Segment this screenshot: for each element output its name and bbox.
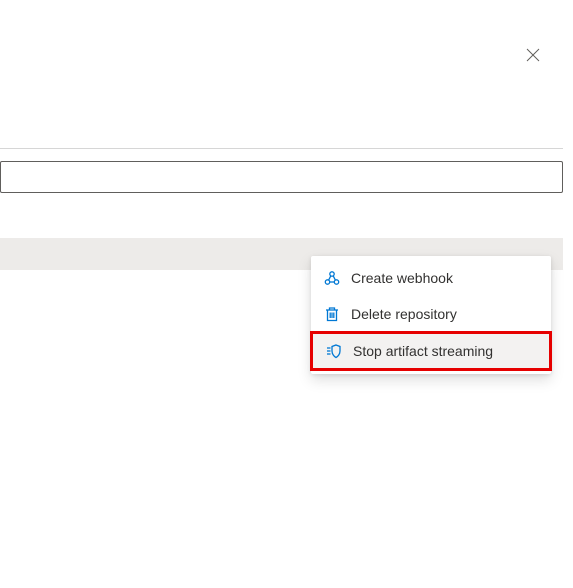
menu-item-delete-repository[interactable]: Delete repository [311,296,551,332]
menu-item-label: Create webhook [351,270,453,286]
context-menu: Create webhook Delete repository Stop ar [311,256,551,374]
shield-stream-icon [325,342,343,360]
menu-item-label: Delete repository [351,306,457,322]
menu-item-create-webhook[interactable]: Create webhook [311,260,551,296]
webhook-icon [323,269,341,287]
input-section [0,148,563,193]
menu-item-stop-artifact-streaming[interactable]: Stop artifact streaming [310,331,552,371]
search-input[interactable] [0,161,563,193]
menu-item-label: Stop artifact streaming [353,343,493,359]
trash-icon [323,305,341,323]
close-button[interactable] [523,45,543,65]
close-icon [526,48,540,62]
